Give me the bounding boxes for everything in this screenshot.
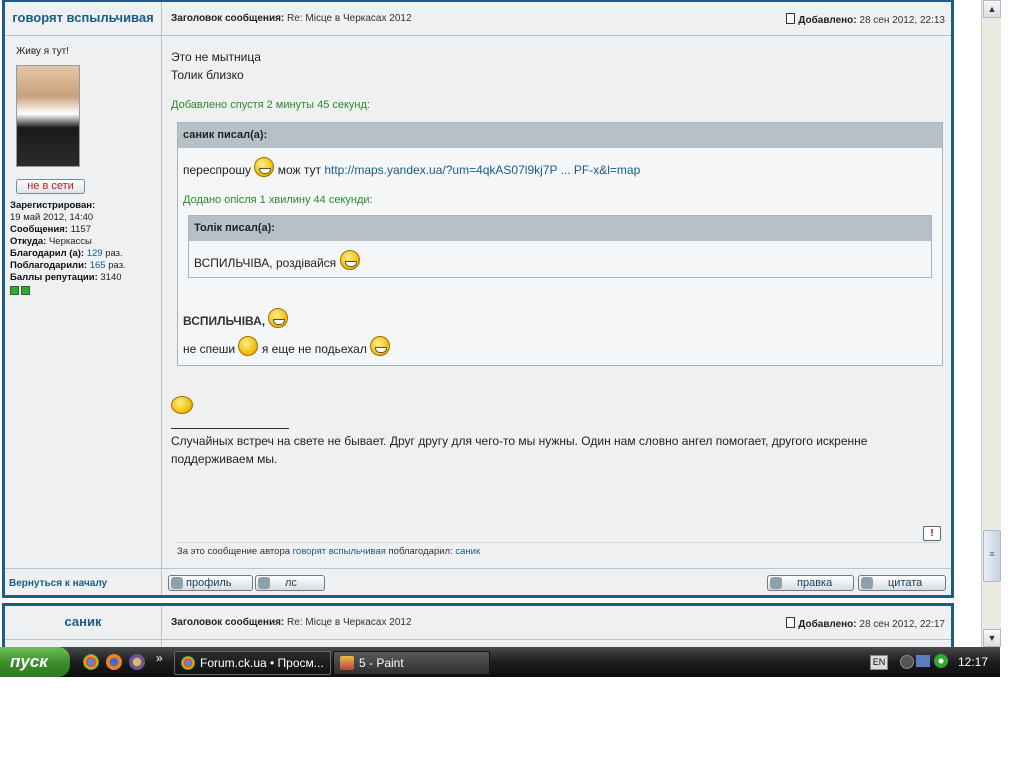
post-date: Добавлено: 28 сен 2012, 22:17 <box>786 617 945 630</box>
rep-square-icon <box>21 286 30 295</box>
nested-quote-header: Толік писал(а): <box>189 216 931 241</box>
offline-status-button[interactable]: не в сети <box>16 179 85 194</box>
users-icon <box>258 577 270 589</box>
yandex-map-link[interactable]: http://maps.yandex.ua/?um=4qkAS07l9kj7P … <box>324 163 640 177</box>
chrome-icon <box>181 656 195 670</box>
messenger-icon[interactable] <box>129 654 145 670</box>
pm-button[interactable]: лс <box>255 575 325 591</box>
vertical-scrollbar[interactable]: ▲ ≡ ▼ <box>981 0 1001 647</box>
avatar <box>16 65 80 167</box>
bouncing-smiley-icon <box>171 396 943 416</box>
author-profile-column <box>5 606 162 647</box>
quote-block: саник писал(а): переспрошу мож тут http:… <box>177 122 943 366</box>
quote-added-note: Додано опісля 1 хвилину 44 секунди: <box>183 194 373 206</box>
report-button[interactable]: ! <box>923 526 941 541</box>
network-icon[interactable] <box>916 655 930 667</box>
quote-button[interactable]: цитата <box>858 575 946 591</box>
rep-square-icon <box>10 286 19 295</box>
quote-body: переспрошу мож тут http://maps.yandex.ua… <box>178 148 942 365</box>
tray-expand-icon[interactable] <box>900 655 914 669</box>
taskbar-task-paint[interactable]: 5 - Paint <box>333 651 490 675</box>
grin-smiley-icon <box>268 308 289 328</box>
reputation-icons <box>10 286 160 299</box>
signature-divider <box>171 428 289 429</box>
chrome-icon[interactable] <box>83 654 99 670</box>
post-icon[interactable] <box>786 13 796 24</box>
back-to-top-link[interactable]: Вернуться к началу <box>9 578 107 589</box>
stat-thanked: Благодарил (а): 129 раз. <box>10 248 123 259</box>
post-line: Толик близко <box>171 68 244 82</box>
thanked-by-count-link[interactable]: 165 <box>90 260 106 271</box>
post-subject: Заголовок сообщения: Re: Місце в Черкаса… <box>171 617 412 628</box>
user-icon <box>171 577 183 589</box>
nested-quote-body: ВСПИЛЬЧІВА, роздівайся <box>189 241 931 277</box>
forum-post: саник Заголовок сообщения: Re: Місце в Ч… <box>2 603 954 647</box>
author-motto: Живу я тут! <box>16 46 69 57</box>
stat-reputation: Баллы репутации: 3140 <box>10 272 122 283</box>
scroll-up-icon[interactable]: ▲ <box>983 0 1001 18</box>
antivirus-icon[interactable] <box>934 654 948 668</box>
thanks-user-link[interactable]: саник <box>455 546 480 557</box>
quote-header: саник писал(а): <box>178 123 942 148</box>
stat-thanked-by: Поблагодарили: 165 раз. <box>10 260 126 271</box>
quick-launch-overflow-icon[interactable]: » <box>156 651 163 665</box>
browser-viewport: говорят вспыльчивая Заголовок сообщения:… <box>0 0 981 647</box>
grin-smiley-icon <box>339 250 360 270</box>
post-line: Это не мытница <box>171 50 261 64</box>
added-label: Добавлено: <box>798 15 857 26</box>
signature-text: Случайных встреч на свете не бывает. Дру… <box>171 434 868 466</box>
pencil-icon <box>770 577 782 589</box>
added-after-note: Добавлено спустя 2 минуты 45 секунд: <box>171 99 370 111</box>
system-tray: EN 12:17 <box>870 647 1000 677</box>
subject-label: Заголовок сообщения: <box>171 13 285 24</box>
post-content: Это не мытница Толик близко Добавлено сп… <box>171 48 943 468</box>
author-info: Живу я тут! не в сети Зарегистрирован: 19… <box>10 46 160 299</box>
thanked-count-link[interactable]: 129 <box>87 248 103 259</box>
edit-button[interactable]: правка <box>767 575 854 591</box>
start-button[interactable]: пуск <box>0 647 70 677</box>
post-subject: Заголовок сообщения: Re: Місце в Черкаса… <box>171 13 412 24</box>
stat-messages: Сообщения: 1157 <box>10 224 91 235</box>
post-date: Добавлено: 28 сен 2012, 22:13 <box>786 13 945 26</box>
reply-line: ВСПИЛЬЧІВА, <box>183 308 937 330</box>
forum-post: говорят вспыльчивая Заголовок сообщения:… <box>2 0 954 598</box>
scroll-thumb[interactable]: ≡ <box>983 530 1001 582</box>
paint-icon <box>340 656 354 670</box>
profile-button[interactable]: профиль <box>168 575 253 591</box>
reply-line: не спеши я еще не подьехал <box>183 336 937 358</box>
quote-line: переспрошу мож тут http://maps.yandex.ua… <box>183 157 937 179</box>
author-stats: Зарегистрирован: 19 май 2012, 14:40 Сообщ… <box>10 200 160 299</box>
taskbar: пуск » Forum.ck.ua • Просм... 5 - Paint … <box>0 647 1000 677</box>
subject-text: Re: Місце в Черкасах 2012 <box>287 13 412 24</box>
crazy-smiley-icon <box>370 336 391 356</box>
stat-from: Откуда: Черкассы <box>10 236 92 247</box>
added-date: 28 сен 2012, 22:13 <box>859 15 945 26</box>
clock: 12:17 <box>958 655 989 669</box>
speech-bubble-icon <box>861 577 873 589</box>
firefox-icon[interactable] <box>106 654 122 670</box>
scroll-down-icon[interactable]: ▼ <box>983 629 1001 647</box>
post-icon[interactable] <box>786 617 796 628</box>
thanks-author-link[interactable]: говорят вспыльчивая <box>293 546 386 557</box>
taskbar-task-browser[interactable]: Forum.ck.ua • Просм... <box>174 651 331 675</box>
stat-registered: Зарегистрирован: 19 май 2012, 14:40 <box>10 200 96 223</box>
wink-smiley-icon <box>238 336 259 356</box>
thanks-note: За это сообщение автора говорят вспыльчи… <box>177 542 939 557</box>
grin-smiley-icon <box>254 157 275 177</box>
nested-quote-block: Толік писал(а): ВСПИЛЬЧІВА, роздівайся <box>188 215 932 278</box>
language-indicator[interactable]: EN <box>870 655 888 670</box>
grip-icon: ≡ <box>989 549 995 559</box>
